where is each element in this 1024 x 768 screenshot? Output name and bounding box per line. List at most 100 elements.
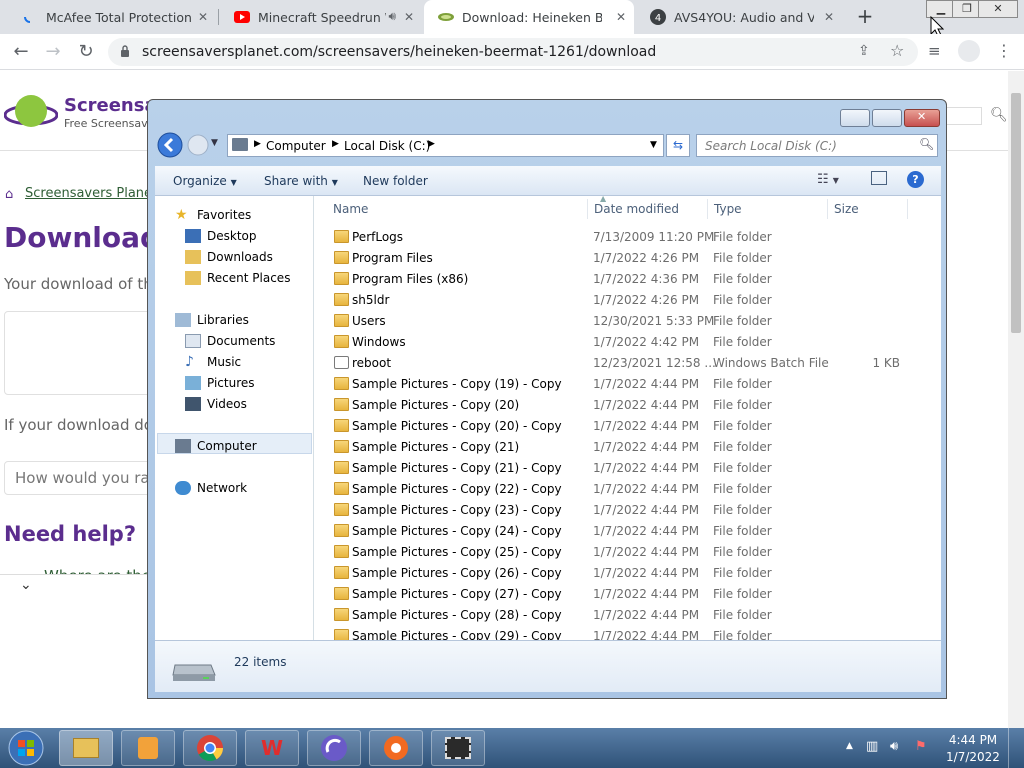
explorer-minimize-button[interactable] — [840, 109, 870, 127]
file-row[interactable]: Sample Pictures - Copy (26) - Copy 1/7/20… — [314, 562, 914, 583]
file-row[interactable]: Program Files 1/7/2022 4:26 PM File folder — [314, 247, 914, 268]
explorer-maximize-button[interactable] — [872, 109, 902, 127]
file-row[interactable]: Sample Pictures - Copy (25) - Copy 1/7/20… — [314, 541, 914, 562]
taskbar-wps-office[interactable]: W — [245, 730, 299, 766]
chevron-down-icon[interactable]: ⌄ — [20, 577, 32, 593]
file-row[interactable]: sh5ldr 1/7/2022 4:26 PM File folder — [314, 289, 914, 310]
tab-heineken[interactable]: Download: Heineken Beerm ✕ — [424, 0, 634, 34]
action-center-alert-icon[interactable]: ⚑ — [915, 739, 927, 754]
new-folder-button[interactable]: New folder — [363, 174, 428, 188]
file-row[interactable]: Sample Pictures - Copy (28) - Copy 1/7/20… — [314, 604, 914, 625]
taskbar-torrent-client[interactable] — [307, 730, 361, 766]
column-divider[interactable] — [587, 199, 588, 219]
file-row[interactable]: Sample Pictures - Copy (27) - Copy 1/7/20… — [314, 583, 914, 604]
explorer-address-bar[interactable]: ▶ Computer ▶ Local Disk (C:) ▶ ▼ — [227, 134, 664, 157]
address-bar[interactable]: screensaversplanet.com/screensavers/hein… — [108, 38, 918, 66]
file-row[interactable]: Sample Pictures - Copy (21) - Copy 1/7/20… — [314, 457, 914, 478]
back-arrow-icon[interactable]: ← — [9, 40, 33, 64]
file-row[interactable]: Program Files (x86) 1/7/2022 4:36 PM File … — [314, 268, 914, 289]
profile-avatar-icon[interactable] — [958, 40, 980, 62]
preview-pane-icon[interactable] — [871, 171, 887, 185]
nav-desktop[interactable]: Desktop — [185, 229, 257, 243]
taskbar-video-editor[interactable] — [431, 730, 485, 766]
tab-avs4you[interactable]: 4 AVS4YOU: Audio and Video ✕ — [636, 0, 842, 34]
view-options-icon[interactable]: ☷ ▼ — [817, 172, 839, 187]
nav-network[interactable]: Network — [175, 481, 247, 495]
clock-time[interactable]: 4:44 PM — [943, 733, 1003, 747]
nav-pictures[interactable]: Pictures — [185, 376, 255, 390]
nav-libraries[interactable]: Libraries — [175, 313, 249, 327]
share-icon[interactable]: ⇪ — [858, 43, 870, 59]
column-header-type[interactable]: Type — [714, 202, 742, 216]
site-search-input[interactable] — [944, 107, 982, 125]
nav-documents[interactable]: Documents — [185, 334, 275, 348]
explorer-close-button[interactable]: ✕ — [904, 109, 940, 127]
taskbar-media-player[interactable] — [121, 730, 175, 766]
nav-music[interactable]: ♪ Music — [185, 355, 241, 369]
reload-icon[interactable]: ↻ — [74, 40, 98, 64]
explorer-search-input[interactable]: Search Local Disk (C:) 🔍︎ — [696, 134, 938, 157]
url-text[interactable]: screensaversplanet.com/screensavers/hein… — [142, 44, 656, 60]
breadcrumb[interactable]: Screensavers Planet — [25, 186, 157, 201]
file-row[interactable]: Sample Pictures - Copy (20) - Copy 1/7/20… — [314, 415, 914, 436]
nav-videos[interactable]: Videos — [185, 397, 247, 411]
file-row[interactable]: Sample Pictures - Copy (19) - Copy 1/7/20… — [314, 373, 914, 394]
address-segment-disk[interactable]: Local Disk (C:) — [344, 139, 430, 153]
column-divider[interactable] — [707, 199, 708, 219]
breadcrumb-arrow-icon[interactable]: ▶ — [332, 139, 339, 149]
file-row[interactable]: Sample Pictures - Copy (20) 1/7/2022 4:44… — [314, 394, 914, 415]
page-scrollbar-thumb[interactable] — [1011, 93, 1021, 333]
recent-pages-icon[interactable]: ▼ — [211, 138, 218, 148]
menu-dots-icon[interactable]: ⋮ — [996, 41, 1012, 60]
file-row[interactable]: PerfLogs 7/13/2009 11:20 PM File folder — [314, 226, 914, 247]
explorer-back-button[interactable] — [156, 131, 184, 159]
collapse-bar[interactable]: ⌄ — [0, 574, 150, 598]
column-header-date[interactable]: Date modified — [594, 202, 679, 216]
tab-close-icon[interactable]: ✕ — [824, 10, 834, 24]
nav-recent-places[interactable]: Recent Places — [185, 271, 290, 285]
show-hidden-icons[interactable]: ▲ — [846, 741, 853, 751]
help-icon[interactable]: ? — [907, 171, 924, 188]
close-window-icon[interactable]: ✕ — [978, 0, 1018, 18]
taskbar-avs-audio[interactable] — [369, 730, 423, 766]
tab-mcafee[interactable]: McAfee Total Protection - D ✕ — [8, 0, 216, 34]
clock-date[interactable]: 1/7/2022 — [943, 750, 1003, 764]
tab-close-icon[interactable]: ✕ — [198, 10, 208, 24]
file-row[interactable]: Users 12/30/2021 5:33 PM File folder — [314, 310, 914, 331]
nav-computer[interactable]: Computer — [175, 439, 257, 453]
page-scrollbar[interactable] — [1008, 71, 1024, 728]
start-orb-icon[interactable] — [6, 730, 46, 766]
column-divider[interactable] — [827, 199, 828, 219]
explorer-forward-button[interactable] — [186, 133, 210, 157]
nav-favorites[interactable]: ★ Favorites — [175, 208, 251, 222]
bookmark-star-icon[interactable]: ☆ — [890, 41, 904, 60]
nav-downloads[interactable]: Downloads — [185, 250, 273, 264]
column-header-name[interactable]: Name — [333, 202, 368, 216]
audio-icon[interactable]: 🔊︎ — [388, 9, 396, 24]
search-icon[interactable]: 🔍︎ — [919, 137, 934, 151]
tab-close-icon[interactable]: ✕ — [616, 10, 626, 24]
refresh-icon[interactable]: ⇆ — [666, 134, 690, 157]
taskbar-chrome[interactable] — [183, 730, 237, 766]
new-tab-button[interactable]: + — [854, 5, 876, 27]
search-icon[interactable]: 🔍︎ — [990, 107, 1008, 123]
volume-tray-icon[interactable]: 🔊︎ — [890, 739, 898, 754]
tab-minecraft[interactable]: Minecraft Speedrun W 🔊︎ ✕ — [220, 0, 422, 34]
breadcrumb-arrow-icon[interactable]: ▶ — [254, 139, 261, 149]
file-row[interactable]: Sample Pictures - Copy (22) - Copy 1/7/20… — [314, 478, 914, 499]
forward-arrow-icon[interactable]: → — [41, 40, 65, 64]
tab-close-icon[interactable]: ✕ — [404, 10, 414, 24]
file-row[interactable]: Sample Pictures - Copy (23) - Copy 1/7/20… — [314, 499, 914, 520]
file-row[interactable]: Sample Pictures - Copy (29) - Copy 1/7/20… — [314, 625, 914, 640]
file-row[interactable]: Sample Pictures - Copy (24) - Copy 1/7/20… — [314, 520, 914, 541]
file-row[interactable]: Windows 1/7/2022 4:42 PM File folder — [314, 331, 914, 352]
network-tray-icon[interactable]: ▥ — [866, 739, 878, 754]
address-dropdown-icon[interactable]: ▼ — [650, 140, 657, 150]
file-row[interactable]: Sample Pictures - Copy (21) 1/7/2022 4:44… — [314, 436, 914, 457]
address-segment-computer[interactable]: Computer — [266, 139, 326, 153]
rating-input[interactable]: How would you rat — [4, 461, 155, 495]
taskbar-file-explorer[interactable] — [59, 730, 113, 766]
organize-menu[interactable]: Organize ▼ — [173, 174, 237, 188]
column-header-size[interactable]: Size — [834, 202, 859, 216]
show-desktop-button[interactable] — [1008, 728, 1024, 768]
